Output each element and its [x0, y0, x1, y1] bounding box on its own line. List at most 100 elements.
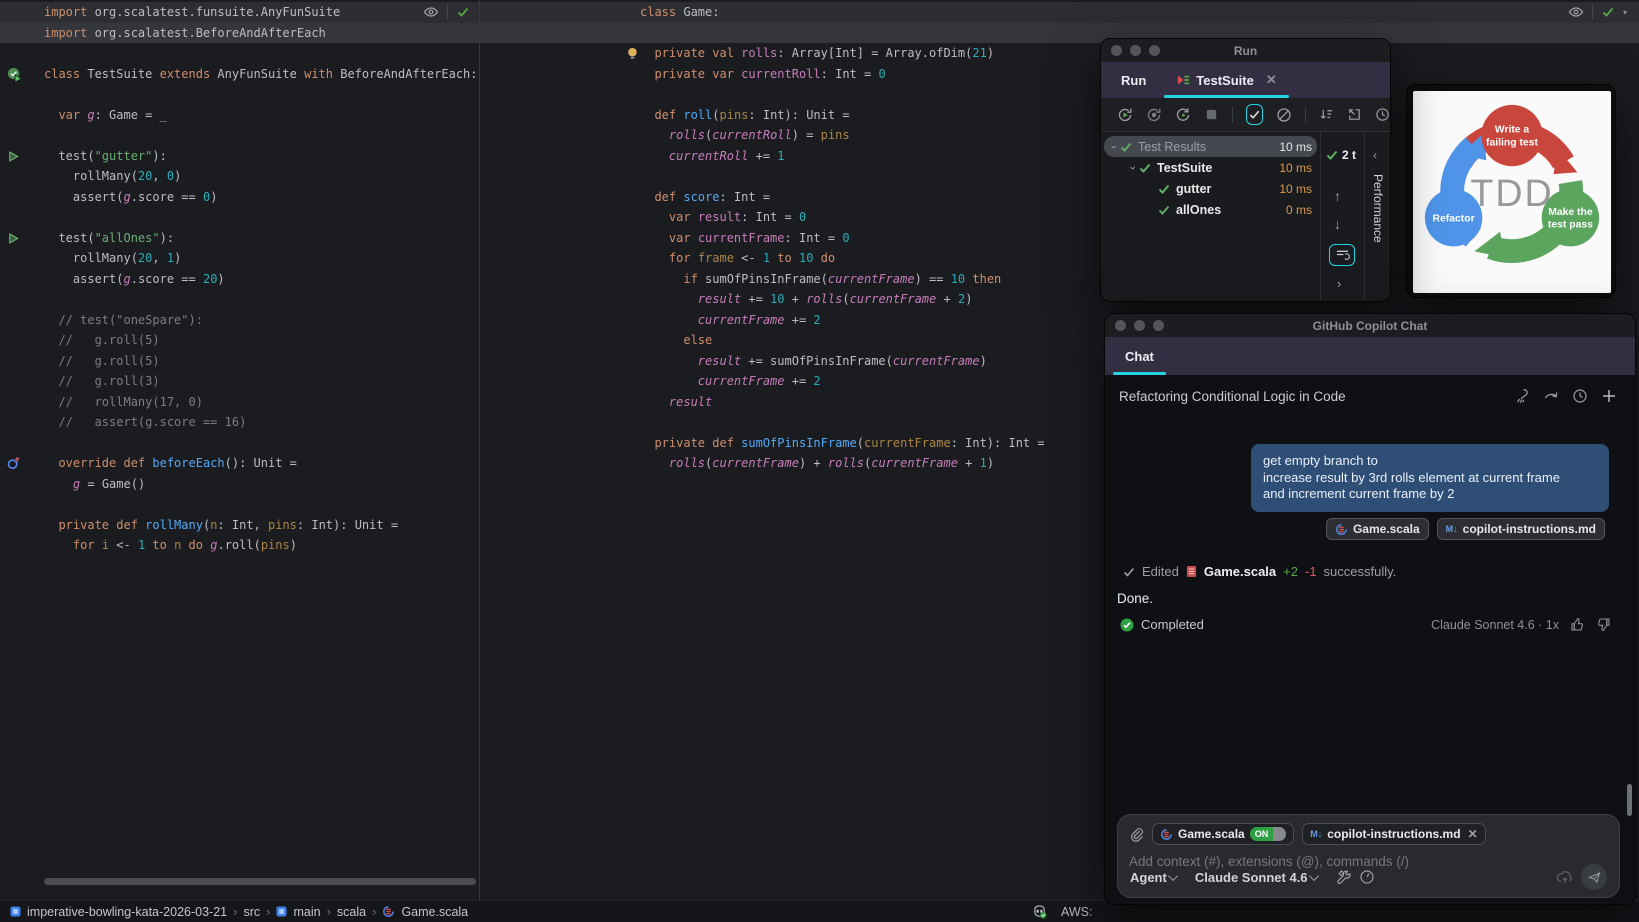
chat-thread-title: Refactoring Conditional Logic in Code	[1119, 388, 1346, 404]
tab-testsuite[interactable]: TestSuite ✕	[1164, 62, 1290, 98]
code-line: import org.scalatest.funsuite.AnyFunSuit…	[0, 2, 479, 23]
test-duration-label: 10 ms	[1279, 181, 1312, 196]
run-panel-label[interactable]: Run	[1121, 73, 1146, 88]
reader-mode-eye-icon[interactable]	[423, 4, 439, 20]
edited-action-label: Edited	[1142, 564, 1179, 579]
horizontal-scrollbar[interactable]	[44, 878, 476, 885]
test-passed-icon	[1139, 162, 1154, 174]
stop-icon[interactable]	[1204, 106, 1219, 124]
editor-split-divider[interactable]	[479, 0, 480, 900]
code-line: g = Game()	[72, 476, 146, 491]
send-message-button[interactable]	[1581, 864, 1607, 890]
thumbs-up-icon[interactable]	[1570, 617, 1585, 632]
test-tree-item-testsuite[interactable]: › TestSuite 10 ms	[1101, 157, 1320, 178]
attached-file-chip-game-scala[interactable]: Game.scala ON	[1152, 823, 1295, 845]
inspections-ok-icon[interactable]	[456, 5, 470, 19]
chat-window-titlebar[interactable]: GitHub Copilot Chat	[1105, 314, 1635, 337]
chevron-expanded-icon[interactable]: ›	[1108, 140, 1120, 153]
ide-screen: import org.scalatest.funsuite.AnyFunSuit…	[0, 0, 1639, 922]
lines-removed-count: -1	[1304, 564, 1317, 579]
breadcrumb-item[interactable]: Game.scala	[401, 905, 468, 919]
history-clock-icon[interactable]	[1375, 106, 1390, 124]
breadcrumb-item[interactable]: main	[293, 905, 320, 919]
tab-chat[interactable]: Chat	[1113, 337, 1166, 375]
test-tree-item-allones[interactable]: ›allOnes0 ms	[1101, 199, 1320, 220]
chevron-left-icon[interactable]: ‹	[1373, 148, 1377, 162]
code-line: class TestSuite extends AnyFunSuite with…	[0, 64, 479, 85]
paperclip-icon[interactable]	[1129, 827, 1144, 842]
context-chip-game-scala[interactable]: Game.scala	[1325, 518, 1429, 540]
bulb-icon[interactable]	[626, 46, 641, 61]
clean-broom-icon[interactable]	[1514, 388, 1530, 404]
chip-label: Game.scala	[1178, 827, 1245, 841]
module-icon	[10, 906, 21, 917]
attached-file-chip-instructions[interactable]: M↓ copilot-instructions.md ✕	[1302, 823, 1486, 845]
context-chip-copilot-instructions[interactable]: M↓ copilot-instructions.md	[1436, 518, 1605, 540]
previous-test-icon[interactable]: ↑	[1334, 188, 1341, 204]
performance-tab-label[interactable]: Performance	[1371, 174, 1385, 243]
show-passed-filter-icon[interactable]	[1245, 104, 1264, 125]
new-chat-plus-icon[interactable]	[1601, 388, 1617, 404]
breadcrumb-separator-icon: ›	[372, 904, 377, 919]
chat-scrollbar[interactable]	[1627, 784, 1632, 816]
code-line: // g.roll(5)	[44, 353, 160, 368]
model-selector[interactable]: Claude Sonnet 4.6	[1195, 870, 1329, 885]
import-test-results-icon[interactable]	[1347, 106, 1362, 124]
run-icon[interactable]	[7, 149, 22, 164]
scala-file-icon	[1160, 828, 1173, 841]
editor-pane-testsuite[interactable]: import org.scalatest.funsuite.AnyFunSuit…	[0, 0, 479, 900]
rerun-tests-icon[interactable]	[1117, 106, 1133, 124]
run-all-icon[interactable]	[7, 67, 22, 83]
usage-gauge-icon[interactable]	[1359, 869, 1375, 885]
aws-status-label[interactable]: AWS:	[1061, 905, 1092, 919]
run-icon[interactable]	[7, 231, 22, 246]
code-line: test("allOnes"):	[0, 228, 479, 249]
reader-mode-eye-icon[interactable]	[1568, 4, 1584, 20]
code-line: // g.roll(3)	[44, 374, 160, 388]
code-line: var g: Game = _	[58, 107, 167, 122]
test-tree-item-test-results[interactable]: › Test Results 10 ms	[1101, 136, 1320, 157]
chat-tabstrip: Chat	[1105, 337, 1635, 375]
code-line: // assert(g.score == 16)	[44, 415, 247, 429]
close-tab-icon[interactable]: ✕	[1266, 72, 1277, 88]
edited-file-name[interactable]: Game.scala	[1204, 564, 1276, 579]
chevron-right-icon[interactable]: ›	[1337, 276, 1341, 291]
copilot-status-icon[interactable]	[1032, 904, 1047, 919]
model-usage-label: Claude Sonnet 4.6 · 1x	[1431, 617, 1559, 632]
rerun-failed-tests-icon[interactable]	[1175, 106, 1191, 124]
code-line: private val rolls: Array[Int] = Array.of…	[480, 43, 1639, 64]
override-icon[interactable]	[7, 456, 22, 471]
chip-label: copilot-instructions.md	[1327, 827, 1461, 841]
next-test-icon[interactable]: ↓	[1334, 216, 1341, 232]
mode-selector[interactable]: Agent	[1130, 870, 1188, 885]
breadcrumb-item[interactable]: src	[243, 905, 260, 919]
minimize-window-button[interactable]	[1134, 320, 1145, 331]
divider	[1305, 106, 1306, 123]
sort-tests-icon[interactable]	[1319, 106, 1334, 124]
zoom-window-button[interactable]	[1153, 320, 1164, 331]
chat-input-panel[interactable]: Game.scala ON M↓ copilot-instructions.md…	[1117, 814, 1620, 898]
breadcrumb-item[interactable]: imperative-bowling-kata-2026-03-21	[27, 905, 227, 919]
thumbs-down-icon[interactable]	[1596, 617, 1611, 632]
chevron-down-icon	[1308, 870, 1319, 881]
test-tree-item-gutter[interactable]: ›gutter10 ms	[1101, 178, 1320, 199]
run-window-titlebar[interactable]: Run	[1101, 39, 1390, 62]
chevron-expanded-icon[interactable]: ›	[1127, 161, 1139, 174]
chevron-down-icon[interactable]: ▾	[1623, 8, 1627, 17]
show-ignored-filter-icon[interactable]	[1276, 106, 1292, 124]
rerun-icon[interactable]	[1146, 106, 1162, 124]
zoom-window-button[interactable]	[1149, 45, 1160, 56]
close-window-button[interactable]	[1115, 320, 1126, 331]
history-clock-icon[interactable]	[1572, 388, 1588, 404]
tools-icon[interactable]	[1336, 869, 1352, 885]
sort-filter-active-icon[interactable]	[1329, 244, 1355, 266]
breadcrumb-item[interactable]: scala	[337, 905, 366, 919]
remove-chip-icon[interactable]: ✕	[1468, 827, 1478, 841]
close-window-button[interactable]	[1111, 45, 1122, 56]
context-on-toggle[interactable]: ON	[1249, 827, 1287, 841]
minimize-window-button[interactable]	[1130, 45, 1141, 56]
redo-curved-arrow-icon[interactable]	[1543, 388, 1559, 404]
cloud-upload-icon[interactable]	[1556, 870, 1574, 884]
inspections-ok-icon[interactable]	[1601, 5, 1615, 19]
